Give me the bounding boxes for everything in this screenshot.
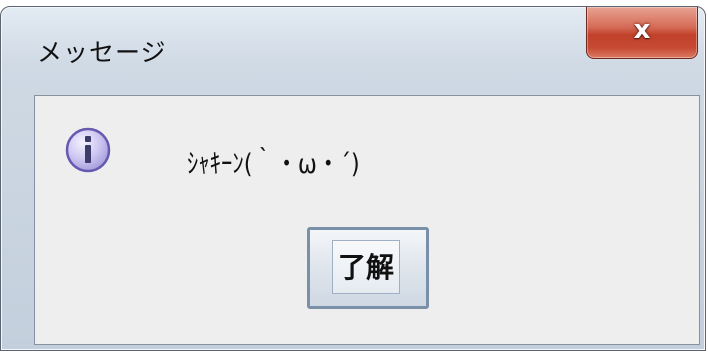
ok-button-label: 了解 bbox=[337, 251, 394, 284]
close-button[interactable]: x bbox=[586, 7, 698, 59]
message-dialog: メッセージ x ｼｬｷｰﾝ(｀・ω・´) 了解 bbox=[0, 6, 706, 351]
window-title: メッセージ bbox=[37, 38, 167, 67]
close-icon: x bbox=[633, 15, 651, 45]
dialog-content: ｼｬｷｰﾝ(｀・ω・´) 了解 bbox=[34, 95, 700, 345]
message-text: ｼｬｷｰﾝ(｀・ω・´) bbox=[187, 149, 360, 180]
ok-button-focus-ring: 了解 bbox=[332, 240, 400, 294]
ok-button[interactable]: 了解 bbox=[307, 227, 429, 309]
information-icon bbox=[65, 127, 111, 173]
